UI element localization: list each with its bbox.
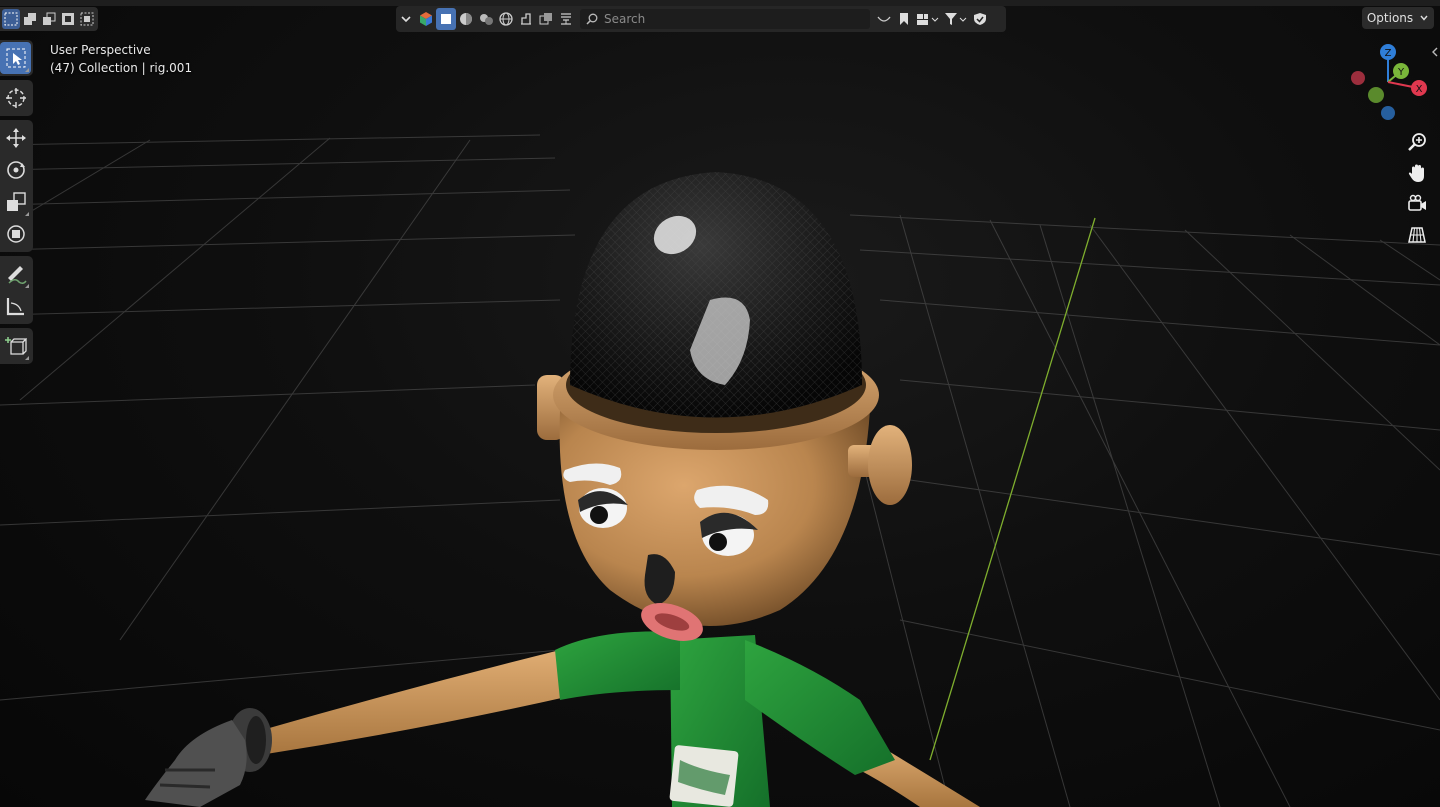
tool-rotate[interactable]: [0, 154, 31, 186]
globe-icon: [499, 12, 513, 26]
scale-icon: [6, 192, 26, 211]
display-mode-button[interactable]: [914, 8, 942, 30]
left-arm: [245, 650, 575, 755]
options-label: Options: [1366, 11, 1414, 25]
tool-add-cube[interactable]: [0, 330, 31, 362]
navigation-tools: [1402, 126, 1432, 250]
overlay-icon: [539, 13, 552, 25]
scene-render: [0, 134, 1440, 807]
tool-move[interactable]: [0, 122, 31, 154]
tool-measure[interactable]: [0, 290, 31, 322]
right-bolt: [868, 425, 912, 505]
tool-scale[interactable]: [0, 186, 31, 218]
mode-intersect-button[interactable]: [78, 9, 96, 29]
filter-icon: [945, 13, 967, 25]
rotate-icon: [6, 161, 25, 179]
search-box[interactable]: [580, 9, 870, 29]
xray-icon: [561, 13, 571, 25]
material-view-button[interactable]: [456, 8, 476, 30]
chevron-down-icon: [1420, 15, 1428, 21]
tool-select-box[interactable]: [0, 42, 31, 74]
shirt-logo: [669, 745, 739, 807]
cursor-icon: [5, 88, 26, 108]
selection-mode-group: [0, 7, 98, 31]
select-new-icon: [4, 12, 18, 26]
measure-icon: [6, 298, 24, 316]
cube-color-icon: [420, 12, 432, 26]
bookmark-icon: [900, 13, 908, 25]
pan-button[interactable]: [1402, 157, 1432, 188]
mode-difference-button[interactable]: [59, 9, 77, 29]
glove: [145, 708, 272, 807]
filter-button[interactable]: [942, 8, 970, 30]
grid-ortho-icon: [1408, 226, 1426, 243]
zoom-button[interactable]: [1402, 126, 1432, 157]
collection-label: (47) Collection | rig.001: [50, 61, 193, 75]
bookmark-button[interactable]: [894, 8, 914, 30]
gizmo-neg-x[interactable]: [1351, 71, 1365, 85]
add-cube-icon: [4, 337, 27, 355]
shading-button[interactable]: [476, 8, 496, 30]
viewport-header: [396, 6, 1006, 32]
navigation-gizmo[interactable]: Z Y X: [1344, 40, 1434, 130]
xray-button[interactable]: [556, 8, 576, 30]
curve-icon: [877, 16, 891, 22]
hand-pan-icon: [1408, 164, 1424, 182]
gizmo-z-label: Z: [1385, 48, 1392, 59]
search-icon: [586, 13, 598, 25]
gizmo-x-label: X: [1416, 84, 1423, 95]
viewport-info: User Perspective (47) Collection | rig.0…: [50, 41, 192, 77]
right-sleeve: [745, 640, 895, 775]
gizmo-icon: [521, 13, 531, 25]
tool-cursor[interactable]: [0, 82, 31, 114]
select-subtract-icon: [43, 12, 56, 25]
sphere-icon: [460, 13, 472, 25]
3d-viewport[interactable]: Options: [0, 0, 1440, 807]
camera-icon: [1408, 194, 1426, 211]
globe-button[interactable]: [496, 8, 516, 30]
tool-annotate[interactable]: [0, 258, 31, 290]
gizmo-y-label: Y: [1397, 67, 1405, 78]
select-box-icon: [6, 48, 25, 68]
square-select-icon: [441, 14, 451, 24]
annotate-icon: [7, 266, 27, 285]
solid-view-button[interactable]: [436, 8, 456, 30]
gizmo-neg-z[interactable]: [1381, 106, 1395, 120]
move-icon: [5, 128, 26, 148]
display-mode-icon: [917, 14, 939, 25]
editor-dropdown-button[interactable]: [396, 8, 416, 30]
mode-extend-button[interactable]: [21, 9, 39, 29]
curve-button[interactable]: [874, 8, 894, 30]
gizmo-neg-y[interactable]: [1368, 87, 1384, 103]
mode-subtract-button[interactable]: [40, 9, 58, 29]
object-type-button[interactable]: [416, 8, 436, 30]
gizmo-toggle-button[interactable]: [516, 8, 536, 30]
ortho-toggle-button[interactable]: [1402, 219, 1432, 250]
select-intersect-icon: [80, 12, 94, 26]
options-button[interactable]: Options: [1362, 7, 1434, 29]
tool-shelf: [0, 40, 33, 368]
shading-icon: [480, 14, 493, 25]
mode-set-button[interactable]: [2, 9, 20, 29]
left-sleeve: [555, 631, 680, 700]
chevron-down-icon: [401, 16, 411, 23]
search-input[interactable]: [598, 11, 866, 27]
select-difference-icon: [62, 13, 74, 25]
select-extend-icon: [24, 13, 36, 25]
overlay-button[interactable]: [536, 8, 556, 30]
camera-view-button[interactable]: [1402, 188, 1432, 219]
perspective-label: User Perspective: [50, 43, 151, 57]
shield-check-icon: [974, 13, 986, 25]
tool-transform[interactable]: [0, 218, 31, 250]
transform-icon: [6, 225, 25, 243]
y-axis-line: [929, 217, 1096, 761]
zoom-icon: [1408, 132, 1426, 151]
shield-button[interactable]: [970, 8, 990, 30]
